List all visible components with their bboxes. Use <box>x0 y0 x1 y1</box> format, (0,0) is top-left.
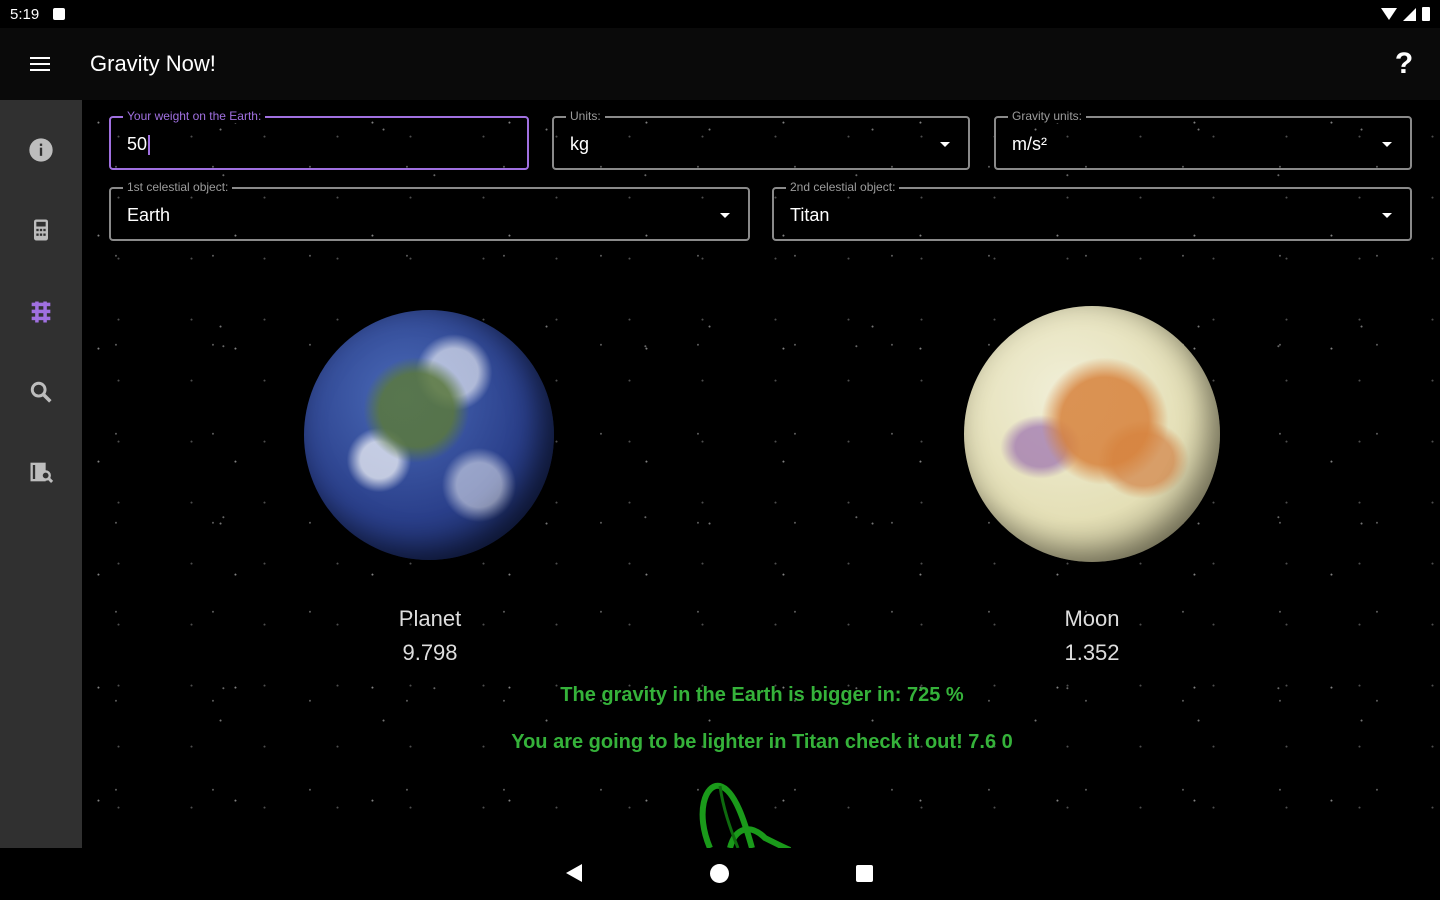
earth-image <box>304 310 554 560</box>
dropdown-arrow-icon <box>1382 213 1392 218</box>
back-icon[interactable] <box>566 864 582 882</box>
titan-image <box>964 306 1220 562</box>
app-bar: Gravity Now! ? <box>0 28 1440 100</box>
signal-icon <box>1403 7 1416 21</box>
units-select-value: kg <box>570 134 590 154</box>
weight-field-label: Your weight on the Earth: <box>123 109 266 123</box>
text-caret <box>148 135 151 156</box>
first-object-select-label: 1st celestial object: <box>123 180 233 194</box>
gravity-units-select-label: Gravity units: <box>1008 109 1087 123</box>
first-object-select[interactable]: 1st celestial object: Earth <box>109 180 750 241</box>
info-icon <box>29 138 53 162</box>
wifi-icon <box>1381 8 1397 20</box>
compare-icon <box>31 301 51 323</box>
lighter-weight-text: You are going to be lighter in Titan che… <box>511 731 1013 753</box>
help-button[interactable]: ? <box>1368 28 1440 100</box>
dropdown-arrow-icon <box>1382 142 1392 147</box>
status-bar: 5:19 <box>0 0 1440 28</box>
rail-item-calculator[interactable] <box>0 200 82 260</box>
first-body-info: Planet 9.798 <box>330 606 530 666</box>
rail-item-map-search[interactable] <box>0 442 82 502</box>
map-search-icon <box>30 462 54 483</box>
search-icon <box>30 381 52 403</box>
weight-input[interactable]: 50 <box>127 134 147 154</box>
system-navigation-bar <box>0 848 1440 900</box>
first-body-type: Planet <box>398 606 462 631</box>
first-object-select-value: Earth <box>127 205 171 225</box>
recent-apps-icon[interactable] <box>856 865 873 882</box>
status-time: 5:19 <box>10 5 40 23</box>
second-body-gravity: 1.352 <box>1064 640 1120 665</box>
rail-item-search[interactable] <box>0 362 82 422</box>
second-body-info: Moon 1.352 <box>992 606 1192 666</box>
rail-item-compare[interactable] <box>0 282 82 342</box>
units-select-label: Units: <box>566 109 605 123</box>
notification-icon <box>53 8 66 20</box>
second-object-select[interactable]: 2nd celestial object: Titan <box>772 180 1412 241</box>
menu-button[interactable] <box>0 28 80 100</box>
gravity-units-select[interactable]: Gravity units: m/s² <box>994 109 1412 170</box>
units-select[interactable]: Units: kg <box>552 109 970 170</box>
dropdown-arrow-icon <box>940 142 950 147</box>
second-body-type: Moon <box>1064 606 1120 631</box>
second-object-select-label: 2nd celestial object: <box>786 180 900 194</box>
hamburger-icon <box>30 57 50 71</box>
weight-field[interactable]: Your weight on the Earth: 50 <box>109 109 529 170</box>
home-icon[interactable] <box>710 864 729 883</box>
status-icons <box>1381 7 1430 21</box>
app-title: Gravity Now! <box>90 51 216 76</box>
gravity-comparison-text: The gravity in the Earth is bigger in: 7… <box>560 684 964 706</box>
first-body-gravity: 9.798 <box>402 640 458 665</box>
gravity-units-select-value: m/s² <box>1012 134 1047 154</box>
calculator-icon <box>34 219 48 241</box>
rail-item-info[interactable] <box>0 120 82 180</box>
second-object-select-value: Titan <box>790 205 830 225</box>
dropdown-arrow-icon <box>720 213 730 218</box>
rocket-icon <box>690 778 800 848</box>
battery-icon <box>1422 7 1430 21</box>
